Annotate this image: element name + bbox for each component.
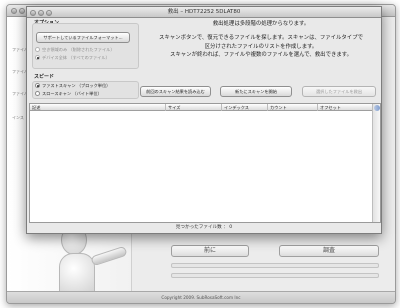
sheet-titlebar: 救出 – HDT72252 5DLAT80	[27, 7, 381, 18]
column-header-description[interactable]: 記述	[30, 104, 166, 111]
radio-free-space-only[interactable]: 空き領域のみ （削除されたファイル）	[35, 47, 115, 53]
copyright-footer: Copyright 2009. SubRosaSoft.com Inc	[7, 291, 395, 303]
instruction-line: スキャンが終われば、ファイルや複数のファイルを選んで、救出できます。	[170, 52, 352, 59]
options-panel	[32, 23, 139, 69]
column-header-offset[interactable]: オフセット	[318, 104, 374, 111]
progress-bar	[171, 273, 379, 278]
instruction-line: 救出処理は多段階の処理からなります。	[212, 21, 310, 27]
radio-circle-icon	[35, 83, 40, 88]
close-window-icon[interactable]	[11, 8, 17, 14]
column-header-index[interactable]: インデックス	[222, 104, 268, 111]
column-header-size[interactable]: サイズ	[166, 104, 222, 111]
instruction-line: 区分けされたファイルのリストを作成します。	[204, 43, 318, 50]
window-title: 救出 – HDT72252 5DLAT80	[167, 9, 241, 15]
recover-selected-button[interactable]: 選択したファイルを救出	[302, 86, 376, 97]
scroll-thumb[interactable]	[374, 105, 380, 111]
radio-fast-scan[interactable]: ファストスキャン （ブロック単位）	[35, 83, 110, 89]
mascot-figure-arm	[90, 245, 128, 267]
radio-label: スロースキャン （バイト単位）	[42, 91, 102, 96]
vertical-scrollbar[interactable]	[372, 104, 380, 222]
minimize-window-icon[interactable]	[19, 8, 25, 14]
radio-label: 空き領域のみ （削除されたファイル）	[42, 47, 115, 52]
radio-label: デバイス全体 （すべてのファイル）	[42, 55, 110, 60]
start-new-scan-button[interactable]: 新たにスキャンを開始	[220, 86, 292, 97]
radio-label: ファストスキャン （ブロック単位）	[42, 83, 111, 88]
radio-slow-scan[interactable]: スロースキャン （バイト単位）	[35, 91, 102, 97]
table-header: 記述 サイズ インデックス カウント オフセット	[30, 104, 372, 111]
radio-circle-icon	[35, 91, 40, 96]
results-table[interactable]: 記述 サイズ インデックス カウント オフセット	[29, 103, 381, 223]
scan-button[interactable]: 調査	[279, 245, 379, 257]
recovery-sheet: 救出 – HDT72252 5DLAT80 オプション サポートしているファイル…	[26, 6, 382, 234]
back-button[interactable]: 前に	[171, 245, 249, 257]
radio-whole-device[interactable]: デバイス全体 （すべてのファイル）	[35, 55, 110, 61]
load-previous-scan-button[interactable]: 前回のスキャン結果を読み込む	[140, 86, 211, 97]
instructions-text: 救出処理は多段階の処理からなります。 スキャンボタンで、復元できるファイルを探し…	[143, 20, 379, 60]
column-header-count[interactable]: カウント	[268, 104, 318, 111]
progress-bar	[171, 263, 379, 268]
instruction-line: スキャンボタンで、復元できるファイルを探します。スキャンは、ファイルタイプで	[159, 35, 363, 42]
found-files-count: 見つかったファイル数 ： 0	[175, 225, 233, 230]
supported-formats-button[interactable]: サポートしているファイルフォーマット...	[36, 32, 130, 43]
radio-circle-icon	[35, 47, 40, 52]
radio-circle-icon	[35, 55, 40, 60]
speed-label: スピード	[34, 74, 55, 80]
